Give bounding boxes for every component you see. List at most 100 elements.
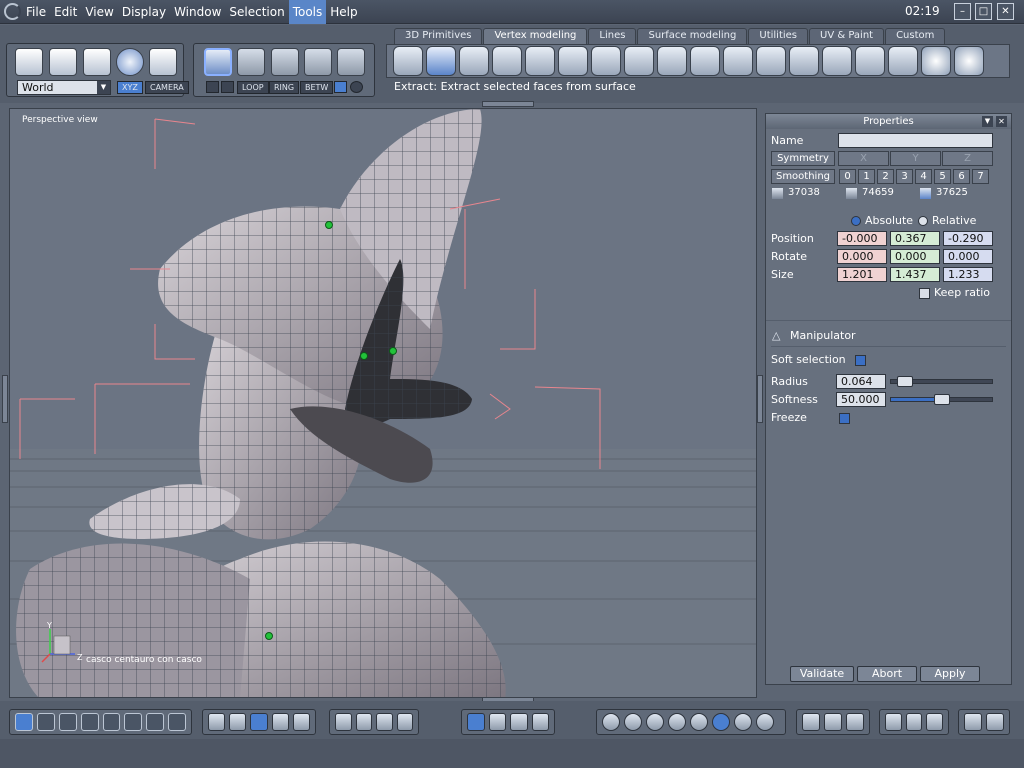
bridge-icon[interactable] <box>525 46 555 76</box>
relative-radio[interactable] <box>918 216 928 226</box>
menu-file[interactable]: File <box>22 0 50 24</box>
frame-all-icon[interactable] <box>335 713 352 731</box>
extract-icon[interactable] <box>426 46 456 76</box>
apply-button[interactable]: Apply <box>920 666 980 682</box>
freeze-checkbox[interactable] <box>839 413 850 424</box>
rotate-z-input[interactable]: 0.000 <box>943 249 993 264</box>
render-settings-icon[interactable] <box>964 713 982 731</box>
symmetry-button[interactable]: Symmetry <box>771 151 835 166</box>
layout-horizontal-icon[interactable] <box>124 713 143 731</box>
menu-view[interactable]: View <box>81 0 117 24</box>
xray-icon[interactable] <box>846 713 864 731</box>
tab-vertex-modeling[interactable]: Vertex modeling <box>483 28 588 44</box>
select-grow-icon[interactable] <box>334 81 347 93</box>
validate-button[interactable]: Validate <box>790 666 854 682</box>
menu-tools[interactable]: Tools <box>288 0 327 24</box>
layout-three-top-icon[interactable] <box>58 713 77 731</box>
position-y-input[interactable]: 0.367 <box>890 231 940 246</box>
rotate-x-input[interactable]: 0.000 <box>837 249 887 264</box>
remove-point-icon[interactable] <box>954 46 984 76</box>
subdivide-icon[interactable] <box>690 46 720 76</box>
collapse-icon[interactable] <box>723 46 753 76</box>
paint-grid-icon[interactable] <box>292 713 311 731</box>
paint-select-icon[interactable] <box>83 48 111 76</box>
shaded-wire-sphere-icon[interactable] <box>712 713 730 731</box>
smoothing-button[interactable]: Smoothing <box>771 169 835 184</box>
select-shrink-icon[interactable] <box>350 81 363 93</box>
drop-icon[interactable] <box>531 713 549 731</box>
smooth-sphere-icon[interactable] <box>690 713 708 731</box>
tessellate-icon[interactable] <box>756 46 786 76</box>
symmetry-x-button[interactable]: X <box>838 151 889 166</box>
arrow-select-icon[interactable] <box>15 48 43 76</box>
wireframe-sphere-icon[interactable] <box>602 713 620 731</box>
menu-window[interactable]: Window <box>170 0 225 24</box>
maximize-button[interactable]: □ <box>975 3 992 20</box>
keep-ratio-checkbox[interactable] <box>919 288 930 299</box>
position-z-input[interactable]: -0.290 <box>943 231 993 246</box>
uv-mode-icon[interactable] <box>337 48 365 76</box>
layout-three-left-icon[interactable] <box>80 713 99 731</box>
layout-vertical-icon[interactable] <box>168 713 186 731</box>
multi-cube-icon[interactable] <box>926 713 944 731</box>
weld-icon[interactable] <box>558 46 588 76</box>
softness-slider-handle[interactable] <box>933 394 950 405</box>
grid-icon[interactable] <box>208 713 226 731</box>
lasso-select-icon[interactable] <box>49 48 77 76</box>
size-y-input[interactable]: 1.437 <box>890 267 940 282</box>
rotate-gizmo-icon[interactable] <box>488 713 506 731</box>
menu-display[interactable]: Display <box>118 0 170 24</box>
xyz-button[interactable]: XYZ <box>117 81 143 94</box>
add-point-icon[interactable] <box>921 46 951 76</box>
absolute-radio[interactable] <box>851 216 861 226</box>
split-icon[interactable] <box>657 46 687 76</box>
scale-gizmo-icon[interactable] <box>510 713 528 731</box>
perspective-viewport[interactable]: Y Z Perspective view casco centauro con … <box>9 108 757 698</box>
smooth-wire-sphere-icon[interactable] <box>668 713 686 731</box>
inset-icon[interactable] <box>492 46 522 76</box>
loop-button[interactable]: LOOP <box>237 81 269 94</box>
layout-three-right-icon[interactable] <box>102 713 121 731</box>
move-gizmo-icon[interactable] <box>467 713 485 731</box>
lit-sphere-icon[interactable] <box>734 713 752 731</box>
symmetry-z-button[interactable]: Z <box>942 151 993 166</box>
size-x-input[interactable]: 1.201 <box>837 267 887 282</box>
edge-mode-icon[interactable] <box>271 48 299 76</box>
menu-edit[interactable]: Edit <box>50 0 81 24</box>
smoothing-level-3[interactable]: 3 <box>896 169 913 184</box>
center-icon[interactable] <box>355 713 372 731</box>
texture-grid-icon[interactable] <box>271 713 289 731</box>
layout-quad-icon[interactable] <box>36 713 55 731</box>
softness-input[interactable]: 50.000 <box>836 392 886 407</box>
smoothing-level-4[interactable]: 4 <box>915 169 932 184</box>
name-input[interactable] <box>838 133 993 148</box>
right-panel-handle[interactable] <box>757 375 763 423</box>
vertex-mode-icon[interactable] <box>304 48 332 76</box>
edge-tool-icon[interactable] <box>206 81 219 93</box>
rotate-y-input[interactable]: 0.000 <box>890 249 940 264</box>
flat-sphere-icon[interactable] <box>646 713 664 731</box>
smoothing-level-6[interactable]: 6 <box>953 169 970 184</box>
uv-grid-icon[interactable] <box>250 713 268 731</box>
wire-sphere-icon[interactable] <box>624 713 642 731</box>
path-tool-icon[interactable] <box>221 81 234 93</box>
smoothing-level-1[interactable]: 1 <box>858 169 875 184</box>
between-button[interactable]: BETW <box>300 81 334 94</box>
object-mode-icon[interactable] <box>204 48 232 76</box>
left-panel-handle[interactable] <box>2 375 8 423</box>
smoothing-level-0[interactable]: 0 <box>839 169 856 184</box>
slice-icon[interactable] <box>624 46 654 76</box>
twist-icon[interactable] <box>888 46 918 76</box>
ghost-select-icon[interactable] <box>149 48 177 76</box>
fill-hole-icon[interactable] <box>822 46 852 76</box>
zoom-icon[interactable] <box>376 713 393 731</box>
menu-help[interactable]: Help <box>326 0 361 24</box>
tab-utilities[interactable]: Utilities <box>748 28 809 44</box>
layout-single-icon[interactable] <box>15 713 33 731</box>
top-panel-handle[interactable] <box>482 101 534 107</box>
layout-split-icon[interactable] <box>146 713 165 731</box>
smoothing-level-7[interactable]: 7 <box>972 169 989 184</box>
extrude-icon[interactable] <box>393 46 423 76</box>
tab-3d-primitives[interactable]: 3D Primitives <box>394 28 483 44</box>
collapse-icon[interactable]: ▼ <box>982 116 993 127</box>
